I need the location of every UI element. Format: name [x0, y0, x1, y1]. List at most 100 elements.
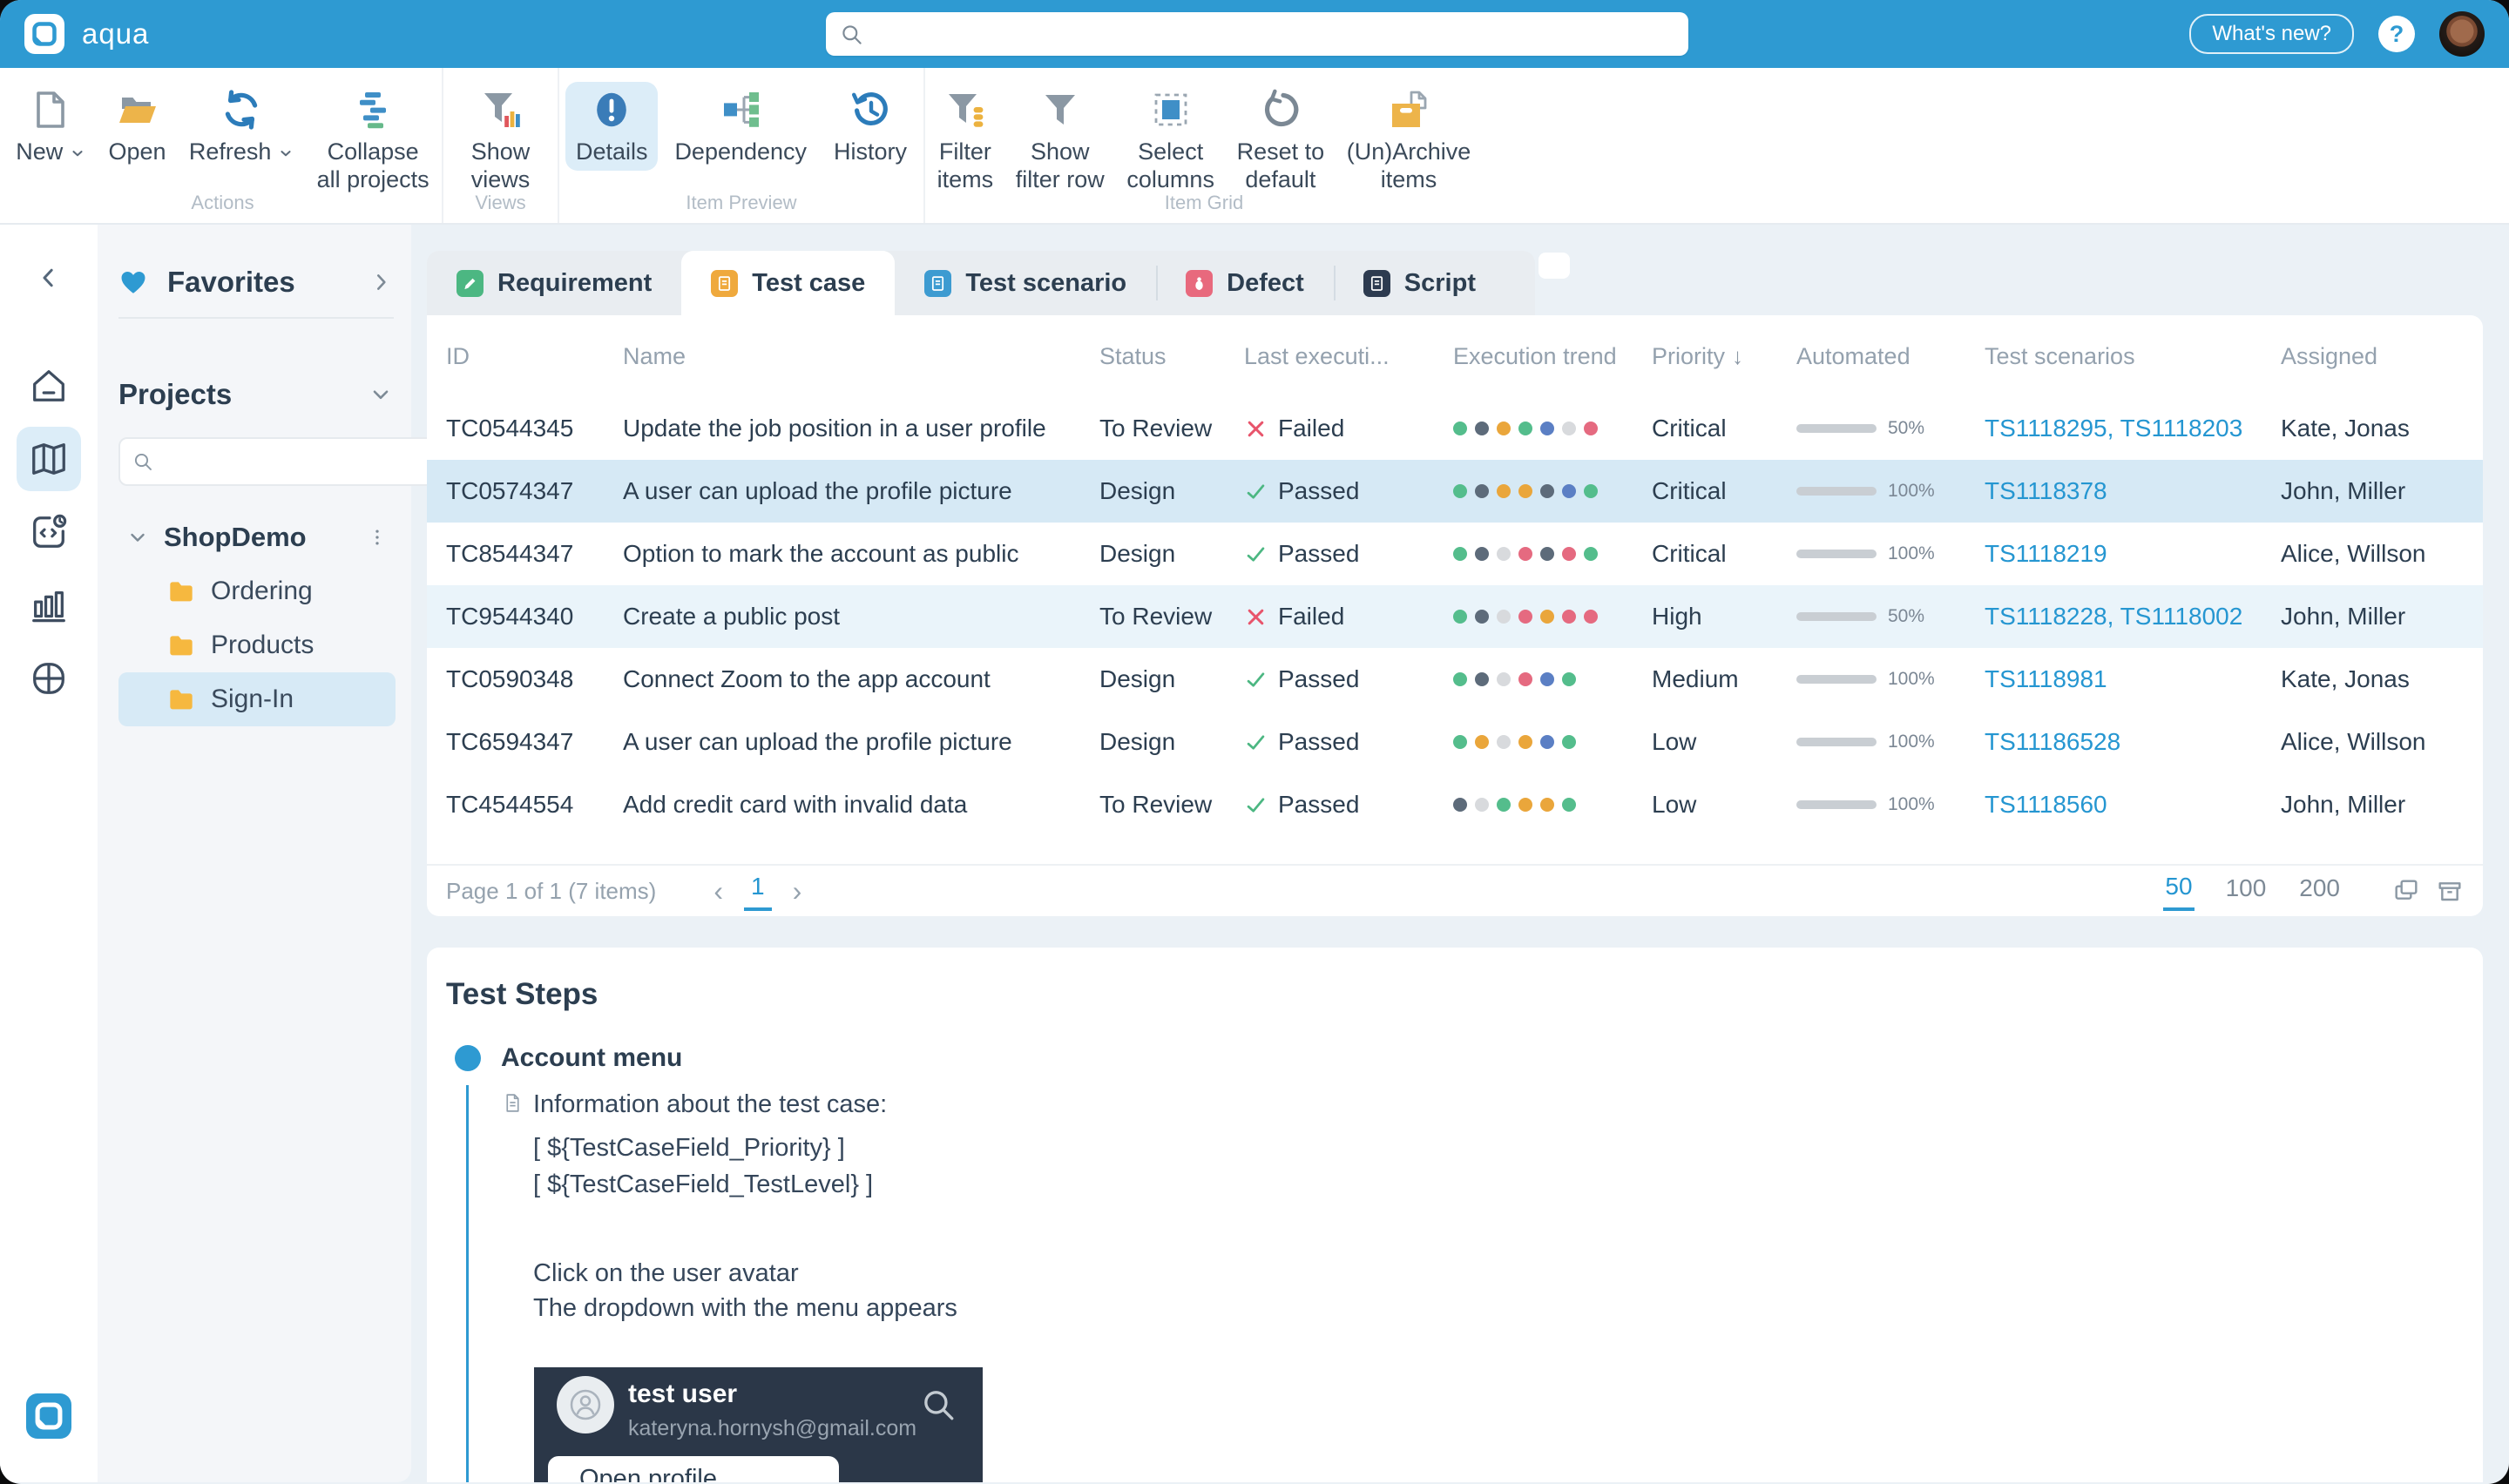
page-size-50[interactable]: 50	[2163, 871, 2194, 911]
projects-search-input[interactable]	[162, 449, 454, 476]
chevron-right-icon[interactable]	[369, 271, 392, 293]
reset-arrow-icon	[1260, 89, 1302, 131]
folder-label: Products	[211, 631, 314, 660]
toolbar-group: New Open Refresh Collapseall projects Ac…	[3, 68, 443, 223]
help-button[interactable]: ?	[2378, 16, 2415, 52]
cell-priority: High	[1652, 603, 1796, 631]
table-row[interactable]: TC0590348 Connect Zoom to the app accoun…	[427, 648, 2483, 711]
column-header-last-execution[interactable]: Last executi...	[1244, 343, 1453, 370]
projects-header[interactable]: Projects	[118, 373, 399, 416]
trend-dot-red	[1518, 547, 1532, 561]
toolbar-button-filter-items[interactable]: Filteritems	[927, 82, 1004, 199]
step-action-line: Click on the user avatar	[533, 1259, 799, 1288]
toolbar-button-new[interactable]: New	[5, 82, 96, 171]
table-row[interactable]: TC4544554 Add credit card with invalid d…	[427, 773, 2483, 836]
rail-item-script-clock[interactable]	[17, 500, 81, 564]
step-attachment-screenshot[interactable]: test user kateryna.hornysh@gmail.com Ope…	[534, 1367, 983, 1482]
page-size-100[interactable]: 100	[2224, 873, 2269, 909]
project-tree: ShopDemo Ordering Products Sign-In	[118, 510, 399, 726]
cell-test-scenarios[interactable]: TS11186528	[1985, 728, 2281, 756]
tab-defect[interactable]: Defect	[1156, 251, 1334, 315]
cell-automated: 100%	[1796, 543, 1985, 564]
toolbar-button-label: New	[16, 138, 85, 165]
trend-dot-slate	[1540, 547, 1554, 561]
toolbar-button-refresh[interactable]: Refresh	[179, 82, 305, 171]
rail-item-grid-circle[interactable]	[17, 646, 81, 711]
trend-dot-green	[1453, 610, 1467, 624]
copy-pages-icon[interactable]	[2392, 877, 2420, 905]
toolbar-button-un-archive-items[interactable]: (Un)Archiveitems	[1336, 82, 1482, 199]
next-page-button[interactable]: ›	[793, 875, 802, 907]
cell-test-scenarios[interactable]: TS1118560	[1985, 791, 2281, 819]
column-header-priority[interactable]: Priority↓	[1652, 343, 1796, 370]
table-row[interactable]: TC8544347 Option to mark the account as …	[427, 523, 2483, 585]
tab-requirement[interactable]: Requirement	[427, 251, 681, 315]
step-title[interactable]: Account menu	[501, 1043, 682, 1073]
table-row[interactable]: TC6594347 A user can upload the profile …	[427, 711, 2483, 773]
previous-page-button[interactable]: ‹	[713, 875, 723, 907]
column-header-assigned[interactable]: Assigned	[2281, 343, 2464, 370]
column-header-id[interactable]: ID	[446, 343, 623, 370]
toolbar-button-reset-to-default[interactable]: Reset todefault	[1227, 82, 1336, 199]
column-header-status[interactable]: Status	[1099, 343, 1244, 370]
favorites-header[interactable]: Favorites	[118, 260, 399, 305]
toolbar-button-open[interactable]: Open	[98, 82, 177, 171]
rail-item-map[interactable]	[17, 427, 81, 491]
collapse-sidebar-button[interactable]	[36, 265, 62, 291]
column-header-test-scenarios[interactable]: Test scenarios	[1985, 343, 2281, 370]
page-summary: Page 1 of 1 (7 items)	[446, 878, 656, 905]
table-row[interactable]: TC0544345 Update the job position in a u…	[427, 397, 2483, 460]
archive-icon[interactable]	[2436, 877, 2464, 905]
rail-item-bar-chart[interactable]	[17, 573, 81, 637]
folder-icon	[167, 577, 195, 605]
column-header-automated[interactable]: Automated	[1796, 343, 1985, 370]
toolbar-button-history[interactable]: History	[823, 82, 917, 171]
toolbar-button-dependency[interactable]: Dependency	[664, 82, 817, 171]
cell-test-scenarios[interactable]: TS1118378	[1985, 477, 2281, 505]
tab-test-scenario[interactable]: Test scenario	[895, 251, 1156, 315]
folder-item-ordering[interactable]: Ordering	[118, 564, 396, 618]
cell-assigned: Kate, Jonas	[2281, 415, 2464, 442]
trend-dot-green	[1453, 422, 1467, 435]
passed-check-icon	[1244, 668, 1268, 691]
tab-scroll-button[interactable]	[1539, 253, 1570, 279]
step-bullet	[455, 1045, 481, 1071]
folder-item-products[interactable]: Products	[118, 618, 396, 672]
column-header-execution-trend[interactable]: Execution trend	[1453, 343, 1652, 370]
user-avatar[interactable]	[2439, 11, 2485, 57]
global-search-input[interactable]	[876, 20, 1674, 48]
trend-dot-green	[1497, 798, 1511, 812]
project-tree-root[interactable]: ShopDemo	[118, 510, 399, 564]
cell-test-scenarios[interactable]: TS1118219	[1985, 540, 2281, 568]
kebab-menu-icon[interactable]	[368, 528, 387, 547]
trend-dot-green	[1562, 798, 1576, 812]
cell-status: Design	[1099, 728, 1244, 756]
cell-test-scenarios[interactable]: TS1118981	[1985, 665, 2281, 693]
global-search[interactable]	[826, 12, 1688, 56]
whats-new-button[interactable]: What's new?	[2189, 14, 2354, 54]
folder-item-sign-in[interactable]: Sign-In	[118, 672, 396, 726]
cell-last-execution: Passed	[1244, 477, 1453, 505]
automation-progress-bar	[1796, 550, 1877, 558]
page-size-200[interactable]: 200	[2297, 873, 2342, 909]
toolbar-button-select-columns[interactable]: Selectcolumns	[1116, 82, 1225, 199]
step-variable-line: [ ${TestCaseField_TestLevel} ]	[533, 1170, 873, 1199]
doc-icon	[711, 270, 738, 297]
toolbar-button-details[interactable]: Details	[565, 82, 659, 171]
toolbar-button-show-views[interactable]: Showviews	[461, 82, 541, 199]
tab-test-case[interactable]: Test case	[681, 251, 895, 315]
tab-script[interactable]: Script	[1334, 251, 1505, 315]
chevron-down-icon[interactable]	[369, 383, 392, 406]
aqua-rail-logo-icon[interactable]	[26, 1393, 71, 1439]
current-page-button[interactable]: 1	[744, 871, 772, 911]
cell-test-scenarios[interactable]: TS1118228, TS1118002	[1985, 603, 2281, 631]
toolbar-button-show-filter-row[interactable]: Showfilter row	[1005, 82, 1115, 199]
cell-test-scenarios[interactable]: TS1118295, TS1118203	[1985, 415, 2281, 442]
toolbar-button-collapse-all-projects[interactable]: Collapseall projects	[307, 82, 440, 199]
item-tabs: Requirement Test case Test scenario Defe…	[427, 251, 1535, 315]
rail-item-home[interactable]	[17, 354, 81, 418]
column-header-name[interactable]: Name	[623, 343, 1099, 370]
table-row[interactable]: TC9544340 Create a public post To Review…	[427, 585, 2483, 648]
chevron-down-icon[interactable]	[127, 527, 148, 548]
table-row[interactable]: TC0574347 A user can upload the profile …	[427, 460, 2483, 523]
